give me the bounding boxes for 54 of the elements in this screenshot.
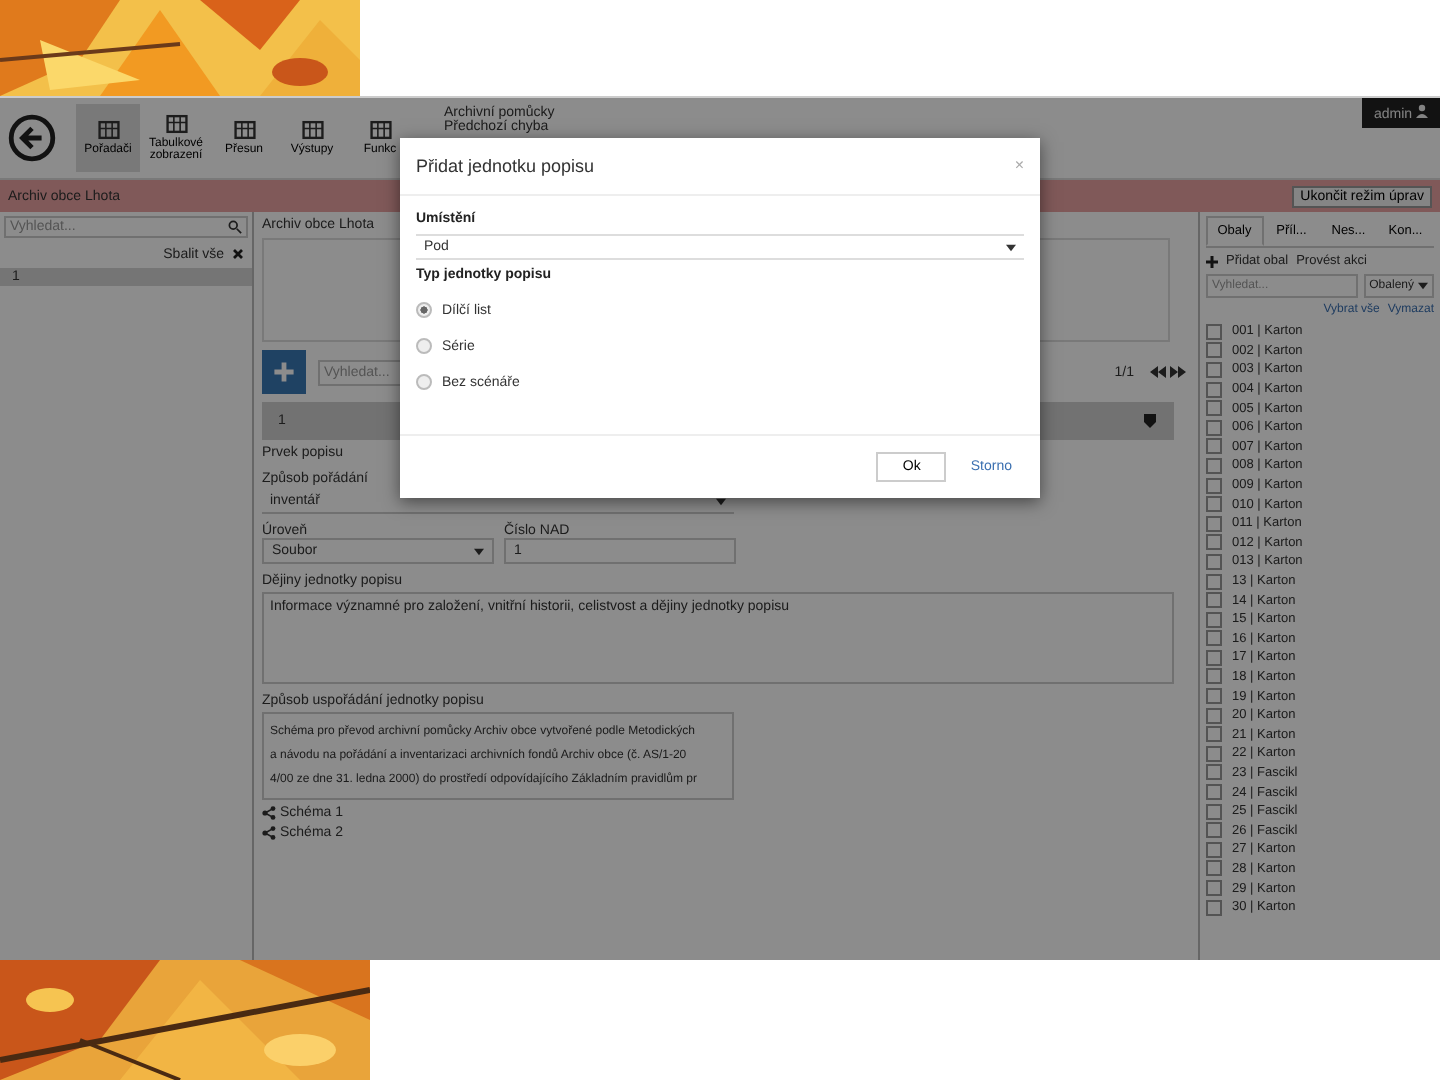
checkbox[interactable] xyxy=(1206,592,1222,609)
checkbox[interactable] xyxy=(1206,726,1222,743)
back-icon[interactable] xyxy=(8,114,56,162)
checkbox[interactable] xyxy=(1206,342,1222,359)
checkbox[interactable] xyxy=(1206,841,1222,858)
checkbox[interactable] xyxy=(1206,361,1222,378)
checkbox[interactable] xyxy=(1206,745,1222,762)
checkbox[interactable] xyxy=(1206,784,1222,801)
checkbox[interactable] xyxy=(1206,323,1222,340)
checkbox[interactable] xyxy=(1206,419,1222,436)
checkbox[interactable] xyxy=(1206,515,1222,532)
checkbox[interactable] xyxy=(1206,457,1222,474)
caret-icon xyxy=(1418,282,1428,290)
grid-icon xyxy=(301,120,323,140)
grid-icon xyxy=(369,120,391,140)
checkbox[interactable] xyxy=(1206,553,1222,570)
user-icon xyxy=(1416,104,1428,118)
grid-icon xyxy=(233,120,255,140)
checkbox[interactable] xyxy=(1206,880,1222,897)
radio-button[interactable] xyxy=(416,338,432,354)
checkbox[interactable] xyxy=(1206,438,1222,455)
plus-icon xyxy=(1206,255,1218,267)
caret-icon xyxy=(1006,243,1016,251)
checkbox[interactable] xyxy=(1206,400,1222,417)
checkbox[interactable] xyxy=(1206,860,1222,877)
checkbox[interactable] xyxy=(1206,496,1222,513)
checkbox[interactable] xyxy=(1206,822,1222,839)
share-icon xyxy=(262,826,276,840)
checkbox[interactable] xyxy=(1206,899,1222,916)
checkbox[interactable] xyxy=(1206,688,1222,705)
checkbox[interactable] xyxy=(1206,764,1222,781)
grid-icon xyxy=(97,120,119,140)
close-icon[interactable] xyxy=(232,248,244,260)
grid-icon xyxy=(165,114,187,134)
radio-button[interactable] xyxy=(416,374,432,390)
radio-button[interactable] xyxy=(416,302,432,318)
checkbox[interactable] xyxy=(1206,707,1222,724)
search-icon xyxy=(228,220,242,234)
share-icon xyxy=(262,806,276,820)
plus-icon xyxy=(272,360,296,384)
checkbox[interactable] xyxy=(1206,668,1222,685)
checkbox[interactable] xyxy=(1206,630,1222,647)
checkbox[interactable] xyxy=(1206,649,1222,666)
dialog-title: Přidat jednotku popisu xyxy=(416,156,595,176)
checkbox[interactable] xyxy=(1206,573,1222,590)
arrows-icon[interactable] xyxy=(1146,364,1186,380)
checkbox[interactable] xyxy=(1206,611,1222,628)
add-button[interactable] xyxy=(262,350,306,394)
shield-icon xyxy=(1142,412,1158,430)
checkbox[interactable] xyxy=(1206,534,1222,551)
checkbox[interactable] xyxy=(1206,803,1222,820)
caret-icon xyxy=(474,547,484,555)
checkbox[interactable] xyxy=(1206,477,1222,494)
checkbox[interactable] xyxy=(1206,381,1222,398)
